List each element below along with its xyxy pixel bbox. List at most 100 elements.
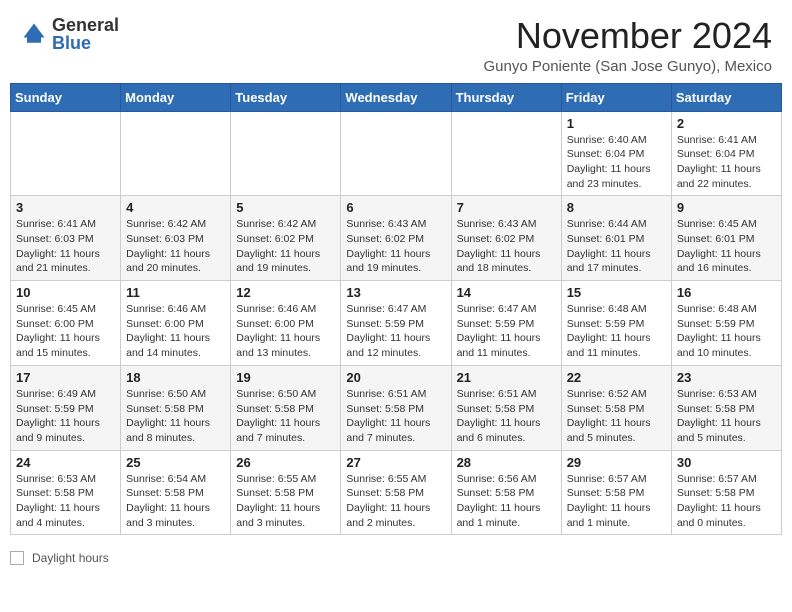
calendar-wrapper: SundayMondayTuesdayWednesdayThursdayFrid…: [0, 83, 792, 546]
day-number: 30: [677, 455, 776, 470]
calendar-cell: 17 Sunrise: 6:49 AM Sunset: 5:59 PM Dayli…: [11, 365, 121, 450]
calendar-week-row: 1 Sunrise: 6:40 AM Sunset: 6:04 PM Daylig…: [11, 111, 782, 196]
calendar-cell: 4 Sunrise: 6:42 AM Sunset: 6:03 PM Daylig…: [121, 196, 231, 281]
page-header: General Blue November 2024 Gunyo Ponient…: [0, 0, 792, 83]
weekday-header: Thursday: [451, 83, 561, 111]
day-number: 29: [567, 455, 666, 470]
day-info: Sunrise: 6:47 AM Sunset: 5:59 PM Dayligh…: [346, 302, 445, 361]
day-info: Sunrise: 6:44 AM Sunset: 6:01 PM Dayligh…: [567, 217, 666, 276]
day-number: 26: [236, 455, 335, 470]
calendar-cell: 18Sunrise: 6:50 AM Sunset: 5:58 PM Dayli…: [121, 365, 231, 450]
daylight-label: Daylight hours: [32, 551, 109, 565]
calendar-cell: 3 Sunrise: 6:41 AM Sunset: 6:03 PM Daylig…: [11, 196, 121, 281]
calendar-cell: 28 Sunrise: 6:56 AM Sunset: 5:58 PM Dayli…: [451, 450, 561, 535]
calendar-cell: 8 Sunrise: 6:44 AM Sunset: 6:01 PM Daylig…: [561, 196, 671, 281]
calendar-cell: 22 Sunrise: 6:52 AM Sunset: 5:58 PM Dayli…: [561, 365, 671, 450]
logo-blue: Blue: [52, 34, 119, 52]
day-info: Sunrise: 6:57 AM Sunset: 5:58 PM Dayligh…: [677, 472, 776, 531]
weekday-header-row: SundayMondayTuesdayWednesdayThursdayFrid…: [11, 83, 782, 111]
logo-icon: [20, 20, 48, 48]
day-info: Sunrise: 6:40 AM Sunset: 6:04 PM Dayligh…: [567, 133, 666, 192]
day-number: 7: [457, 200, 556, 215]
calendar-cell: 26 Sunrise: 6:55 AM Sunset: 5:58 PM Dayli…: [231, 450, 341, 535]
day-info: Sunrise: 6:54 AM Sunset: 5:58 PM Dayligh…: [126, 472, 225, 531]
day-number: 10: [16, 285, 115, 300]
day-info: Sunrise: 6:45 AM Sunset: 6:01 PM Dayligh…: [677, 217, 776, 276]
weekday-header: Saturday: [671, 83, 781, 111]
calendar-cell: 16 Sunrise: 6:48 AM Sunset: 5:59 PM Dayli…: [671, 281, 781, 366]
calendar-cell: 20Sunrise: 6:51 AM Sunset: 5:58 PM Dayli…: [341, 365, 451, 450]
day-number: 28: [457, 455, 556, 470]
day-info: Sunrise: 6:43 AM Sunset: 6:02 PM Dayligh…: [346, 217, 445, 276]
day-number: 1: [567, 116, 666, 131]
calendar-table: SundayMondayTuesdayWednesdayThursdayFrid…: [10, 83, 782, 536]
calendar-cell: 11Sunrise: 6:46 AM Sunset: 6:00 PM Dayli…: [121, 281, 231, 366]
day-number: 3: [16, 200, 115, 215]
day-info: Sunrise: 6:48 AM Sunset: 5:59 PM Dayligh…: [567, 302, 666, 361]
day-info: Sunrise: 6:56 AM Sunset: 5:58 PM Dayligh…: [457, 472, 556, 531]
calendar-cell: 19 Sunrise: 6:50 AM Sunset: 5:58 PM Dayli…: [231, 365, 341, 450]
day-number: 25: [126, 455, 225, 470]
day-number: 19: [236, 370, 335, 385]
calendar-week-row: 24Sunrise: 6:53 AM Sunset: 5:58 PM Dayli…: [11, 450, 782, 535]
calendar-cell: 30 Sunrise: 6:57 AM Sunset: 5:58 PM Dayli…: [671, 450, 781, 535]
calendar-cell: 29 Sunrise: 6:57 AM Sunset: 5:58 PM Dayli…: [561, 450, 671, 535]
day-info: Sunrise: 6:53 AM Sunset: 5:58 PM Dayligh…: [677, 387, 776, 446]
day-info: Sunrise: 6:41 AM Sunset: 6:03 PM Dayligh…: [16, 217, 115, 276]
weekday-header: Wednesday: [341, 83, 451, 111]
day-number: 4: [126, 200, 225, 215]
calendar-cell: [231, 111, 341, 196]
day-info: Sunrise: 6:52 AM Sunset: 5:58 PM Dayligh…: [567, 387, 666, 446]
day-number: 24: [16, 455, 115, 470]
location-title: Gunyo Poniente (San Jose Gunyo), Mexico: [484, 58, 773, 75]
calendar-cell: 10 Sunrise: 6:45 AM Sunset: 6:00 PM Dayli…: [11, 281, 121, 366]
calendar-cell: 1 Sunrise: 6:40 AM Sunset: 6:04 PM Daylig…: [561, 111, 671, 196]
logo-text: General Blue: [52, 16, 119, 52]
calendar-cell: 14 Sunrise: 6:47 AM Sunset: 5:59 PM Dayli…: [451, 281, 561, 366]
calendar-cell: 5Sunrise: 6:42 AM Sunset: 6:02 PM Daylig…: [231, 196, 341, 281]
day-number: 14: [457, 285, 556, 300]
calendar-cell: 24Sunrise: 6:53 AM Sunset: 5:58 PM Dayli…: [11, 450, 121, 535]
calendar-cell: 13 Sunrise: 6:47 AM Sunset: 5:59 PM Dayli…: [341, 281, 451, 366]
day-number: 8: [567, 200, 666, 215]
day-number: 11: [126, 285, 225, 300]
day-number: 27: [346, 455, 445, 470]
calendar-cell: 9 Sunrise: 6:45 AM Sunset: 6:01 PM Daylig…: [671, 196, 781, 281]
calendar-cell: 12Sunrise: 6:46 AM Sunset: 6:00 PM Dayli…: [231, 281, 341, 366]
day-number: 12: [236, 285, 335, 300]
day-number: 23: [677, 370, 776, 385]
calendar-cell: 6 Sunrise: 6:43 AM Sunset: 6:02 PM Daylig…: [341, 196, 451, 281]
day-number: 5: [236, 200, 335, 215]
day-number: 9: [677, 200, 776, 215]
day-number: 16: [677, 285, 776, 300]
day-number: 6: [346, 200, 445, 215]
day-info: Sunrise: 6:49 AM Sunset: 5:59 PM Dayligh…: [16, 387, 115, 446]
calendar-cell: 7Sunrise: 6:43 AM Sunset: 6:02 PM Daylig…: [451, 196, 561, 281]
weekday-header: Monday: [121, 83, 231, 111]
weekday-header: Friday: [561, 83, 671, 111]
day-info: Sunrise: 6:45 AM Sunset: 6:00 PM Dayligh…: [16, 302, 115, 361]
logo: General Blue: [20, 16, 119, 52]
day-info: Sunrise: 6:50 AM Sunset: 5:58 PM Dayligh…: [126, 387, 225, 446]
day-info: Sunrise: 6:57 AM Sunset: 5:58 PM Dayligh…: [567, 472, 666, 531]
day-info: Sunrise: 6:51 AM Sunset: 5:58 PM Dayligh…: [457, 387, 556, 446]
day-info: Sunrise: 6:55 AM Sunset: 5:58 PM Dayligh…: [236, 472, 335, 531]
calendar-cell: [451, 111, 561, 196]
day-info: Sunrise: 6:47 AM Sunset: 5:59 PM Dayligh…: [457, 302, 556, 361]
day-number: 20: [346, 370, 445, 385]
day-number: 22: [567, 370, 666, 385]
calendar-cell: 21Sunrise: 6:51 AM Sunset: 5:58 PM Dayli…: [451, 365, 561, 450]
calendar-footer: Daylight hours: [0, 545, 792, 571]
daylight-icon: [10, 551, 24, 565]
month-title: November 2024: [484, 16, 773, 56]
weekday-header: Sunday: [11, 83, 121, 111]
day-info: Sunrise: 6:42 AM Sunset: 6:03 PM Dayligh…: [126, 217, 225, 276]
calendar-week-row: 10 Sunrise: 6:45 AM Sunset: 6:00 PM Dayli…: [11, 281, 782, 366]
day-info: Sunrise: 6:50 AM Sunset: 5:58 PM Dayligh…: [236, 387, 335, 446]
title-block: November 2024 Gunyo Poniente (San Jose G…: [484, 16, 773, 75]
day-number: 13: [346, 285, 445, 300]
calendar-cell: 27Sunrise: 6:55 AM Sunset: 5:58 PM Dayli…: [341, 450, 451, 535]
day-number: 17: [16, 370, 115, 385]
calendar-cell: 2Sunrise: 6:41 AM Sunset: 6:04 PM Daylig…: [671, 111, 781, 196]
day-info: Sunrise: 6:48 AM Sunset: 5:59 PM Dayligh…: [677, 302, 776, 361]
